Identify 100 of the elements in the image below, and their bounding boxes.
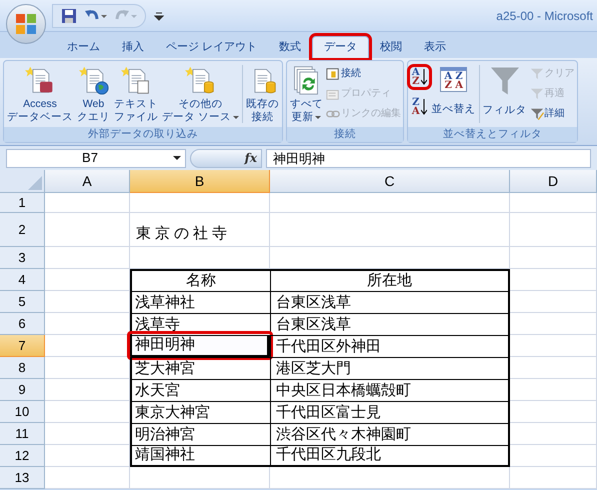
table-cell: 浅草神社 <box>130 291 270 313</box>
sort-letters-icon: Z A <box>412 98 420 116</box>
grid-cell[interactable] <box>45 269 130 291</box>
grid-cell[interactable] <box>45 401 130 423</box>
grid-cell[interactable] <box>510 445 597 467</box>
row-header[interactable]: 3 <box>0 247 45 269</box>
grid-cell[interactable] <box>510 401 597 423</box>
grid-cell[interactable] <box>270 213 510 247</box>
ribbon-button[interactable]: Access データベース <box>6 61 74 127</box>
grid-cell[interactable] <box>510 213 597 247</box>
table-header-cell: 所在地 <box>270 269 510 291</box>
row-header[interactable]: 7 <box>0 335 45 357</box>
ribbon-button[interactable]: フィルタ <box>482 61 528 127</box>
document-database-icon <box>185 65 216 95</box>
grid-cell[interactable] <box>510 467 597 489</box>
grid-cell[interactable] <box>510 423 597 445</box>
row-header[interactable]: 9 <box>0 379 45 401</box>
grid-cell[interactable] <box>510 269 597 291</box>
ribbon-tab[interactable]: ホーム <box>56 36 111 58</box>
grid-cell[interactable] <box>45 467 130 489</box>
ribbon-tab[interactable]: データ <box>312 36 370 58</box>
funnel-icon <box>490 67 519 95</box>
grid-cell[interactable] <box>510 247 597 269</box>
group-label: 接続 <box>286 127 403 142</box>
row-header[interactable]: 13 <box>0 467 45 489</box>
row-header[interactable]: 1 <box>0 193 45 213</box>
grid-cell[interactable] <box>45 247 130 269</box>
grid-cell[interactable] <box>45 291 130 313</box>
ribbon-tab[interactable]: ページ レイアウト <box>155 36 268 58</box>
column-header[interactable]: C <box>270 170 510 193</box>
dropdown-arrow-icon <box>232 116 239 120</box>
grid-cell[interactable] <box>510 357 597 379</box>
grid-cell[interactable] <box>510 193 597 213</box>
row-header[interactable]: 10 <box>0 401 45 423</box>
grid-cell[interactable] <box>45 379 130 401</box>
insert-function-button[interactable]: fx <box>244 149 257 167</box>
table-cell: 台東区浅草 <box>270 291 510 313</box>
table-cell: 千代田区外神田 <box>270 335 510 357</box>
sort-button[interactable]: Z A <box>410 97 429 117</box>
grid-cell[interactable] <box>45 357 130 379</box>
ribbon-button[interactable]: テキスト ファイル <box>113 61 159 127</box>
row-header[interactable]: 6 <box>0 313 45 335</box>
grid-cell[interactable] <box>270 193 510 213</box>
table-cell: 明治神宮 <box>130 423 270 445</box>
row-header[interactable]: 5 <box>0 291 45 313</box>
dropdown-arrow-icon <box>315 116 322 120</box>
sheet-title: 東京の社寺 <box>130 213 270 247</box>
column-header[interactable]: B <box>130 170 270 193</box>
sort-button[interactable]: A Z <box>410 67 429 87</box>
down-arrow-icon <box>420 69 427 85</box>
table-cell: 渋谷区代々木神園町 <box>270 423 510 445</box>
grid-cell[interactable] <box>130 467 270 489</box>
ribbon-tab[interactable]: 数式 <box>268 36 312 58</box>
table-header-cell: 名称 <box>130 269 270 291</box>
name-box[interactable]: B7 <box>6 148 186 168</box>
select-all-corner[interactable] <box>0 170 45 193</box>
group-label: 外部データの取り込み <box>4 127 282 142</box>
ribbon-tab[interactable]: 挿入 <box>111 36 155 58</box>
grid-cell[interactable] <box>270 247 510 269</box>
grid-cell[interactable] <box>270 467 510 489</box>
table-cell: 水天宮 <box>130 379 270 401</box>
row-header[interactable]: 2 <box>0 213 45 247</box>
table-cell: 芝大神宮 <box>130 357 270 379</box>
down-arrow-icon <box>420 99 427 115</box>
funnel-pencil-icon <box>530 106 544 120</box>
ribbon-small-button[interactable]: 詳細 <box>530 104 575 123</box>
table-cell: 台東区浅草 <box>270 313 510 335</box>
ribbon-button[interactable]: A Z Z A 並べ替え <box>430 61 477 127</box>
column-header[interactable]: A <box>45 170 130 193</box>
customize-menu-icon[interactable] <box>154 10 164 20</box>
grid-cell[interactable] <box>510 379 597 401</box>
table-cell: 中央区日本橋蠣殻町 <box>270 379 510 401</box>
sort-letters-icon: A Z <box>412 68 420 86</box>
row-header[interactable]: 4 <box>0 269 45 291</box>
ribbon-button[interactable]: 既存の 接続 <box>244 61 280 127</box>
formula-field[interactable]: 神田明神 <box>266 148 591 168</box>
grid-cell[interactable] <box>45 423 130 445</box>
save-icon[interactable] <box>61 8 77 24</box>
ribbon-button[interactable]: その他の データ ソース <box>161 61 240 127</box>
row-header[interactable]: 11 <box>0 423 45 445</box>
ribbon-button[interactable]: すべて 更新 <box>288 61 324 127</box>
column-header[interactable]: D <box>510 170 597 193</box>
ribbon-button[interactable]: Web クエリ <box>76 61 111 127</box>
ribbon-tab[interactable]: 表示 <box>413 36 458 58</box>
connection-icon <box>326 66 340 80</box>
row-header[interactable]: 12 <box>0 445 45 467</box>
row-header[interactable]: 8 <box>0 357 45 379</box>
grid-cell[interactable] <box>45 213 130 247</box>
ribbon-small-button[interactable]: 接続 <box>326 64 401 83</box>
grid-cell[interactable] <box>130 247 270 269</box>
ribbon-tab[interactable]: 校閲 <box>369 36 414 58</box>
grid-cell[interactable] <box>45 193 130 213</box>
grid-cell[interactable] <box>45 313 130 335</box>
grid-cell[interactable] <box>510 291 597 313</box>
grid-cell[interactable] <box>130 193 270 213</box>
table-cell: 東京大神宮 <box>130 401 270 423</box>
office-button[interactable] <box>6 4 46 44</box>
grid-cell[interactable] <box>510 313 597 335</box>
grid-cell[interactable] <box>510 335 597 357</box>
grid-cell[interactable] <box>45 445 130 467</box>
